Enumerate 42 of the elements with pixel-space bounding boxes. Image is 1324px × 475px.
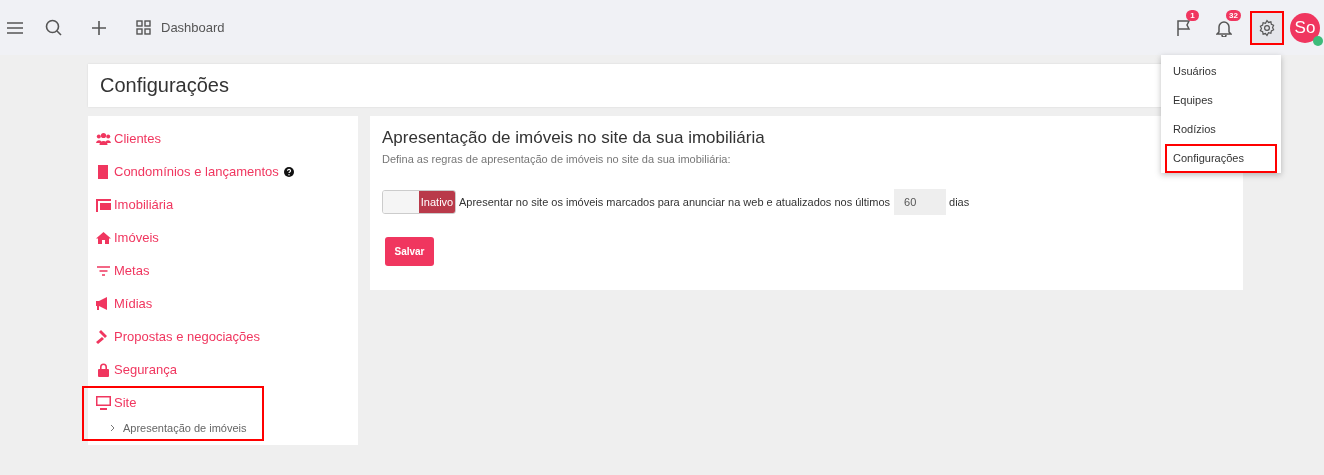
section-title: Apresentação de imóveis no site da sua imobiliária — [382, 128, 765, 148]
sidebar-item[interactable]: Clientes — [96, 124, 161, 153]
sidebar-item[interactable]: Propostas e negociações — [96, 322, 260, 351]
help-icon[interactable] — [283, 166, 294, 177]
flag-icon[interactable] — [1176, 18, 1192, 37]
toggle-switch[interactable]: Inativo — [382, 190, 456, 214]
days-input[interactable]: 60 — [894, 189, 947, 215]
sidebar-item[interactable]: Imóveis — [96, 223, 159, 252]
sidebar-item[interactable]: Condomínios e lançamentos — [96, 157, 294, 186]
plus-icon[interactable] — [92, 20, 106, 35]
building-icon — [96, 164, 111, 179]
grid-icon — [136, 20, 151, 35]
sidebar-item[interactable]: Segurança — [96, 355, 177, 384]
menu-item[interactable]: Rodízios — [1165, 115, 1277, 144]
sidebar-item[interactable]: Metas — [96, 256, 150, 285]
search-icon[interactable] — [45, 19, 62, 36]
menu-item[interactable]: Usuários — [1165, 57, 1277, 86]
rule-text: Apresentar no site os imóveis marcados para anunciar na web e atualizados nos últimos — [459, 196, 891, 208]
notification-badge: 1 — [1186, 9, 1199, 21]
save-button[interactable]: Salvar — [385, 237, 434, 266]
gear-icon — [1258, 18, 1276, 37]
filter-icon — [96, 263, 111, 278]
chevron-icon — [110, 424, 115, 432]
menu-item[interactable]: Configurações — [1165, 144, 1277, 173]
bell-icon[interactable] — [1216, 18, 1232, 37]
page-title: Configurações — [100, 74, 229, 97]
days-unit: dias — [949, 196, 970, 208]
sidebar-item[interactable]: Site — [96, 388, 262, 417]
monitor-icon — [96, 395, 111, 410]
notification-badge: 32 — [1226, 9, 1241, 21]
sidebar-item[interactable]: Imobiliária — [96, 190, 174, 219]
lock-icon — [96, 362, 111, 377]
user-avatar[interactable]: So — [1290, 12, 1320, 43]
settings-button[interactable] — [1250, 10, 1284, 45]
sidebar-item[interactable]: Mídias — [96, 289, 153, 318]
users-icon — [96, 131, 111, 146]
dashboard-link[interactable]: Dashboard — [136, 20, 225, 35]
section-description: Defina as regras de apresentação de imóveis no site da sua imobiliária: — [382, 153, 731, 165]
sidebar-subitem[interactable]: Apresentação de imóveis — [96, 417, 262, 439]
menu-item[interactable]: Equipes — [1165, 86, 1277, 115]
menu-icon[interactable] — [7, 21, 23, 34]
home-icon — [96, 230, 111, 245]
